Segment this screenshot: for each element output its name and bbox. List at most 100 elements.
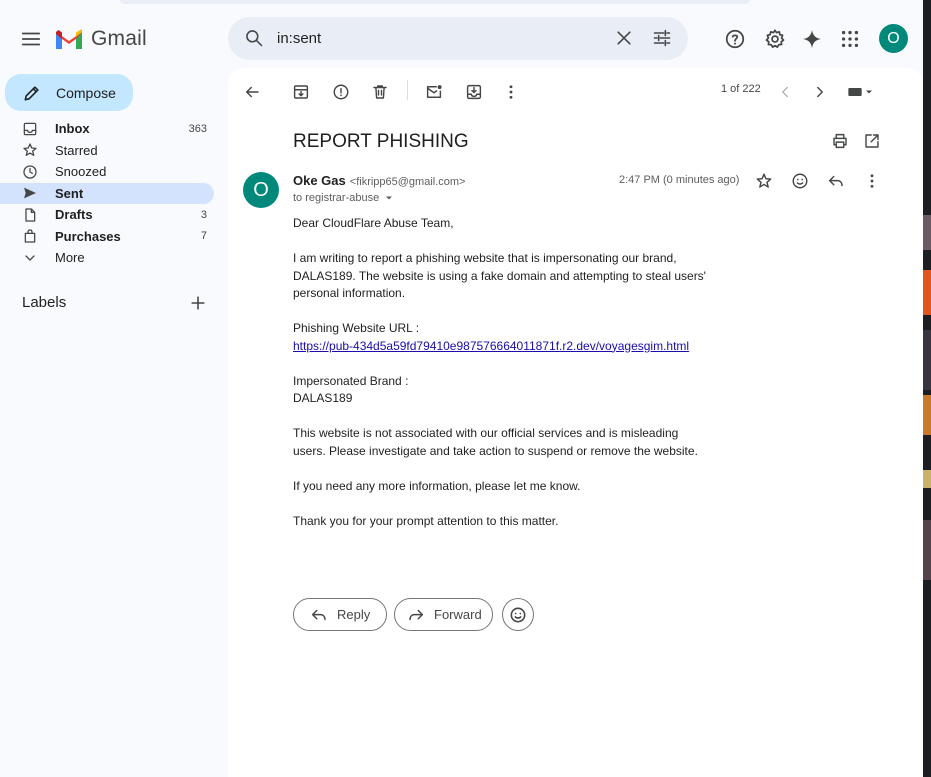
help-button[interactable] — [720, 24, 750, 54]
more-vert-icon — [502, 83, 520, 101]
recipient-line[interactable]: to registrar-abuse — [293, 192, 395, 204]
sidebar-item-more[interactable]: More — [0, 247, 214, 269]
delete-button[interactable] — [368, 80, 392, 104]
older-button[interactable] — [808, 80, 832, 104]
sender-avatar-initial: O — [253, 178, 269, 201]
emoji-icon — [508, 605, 528, 625]
gmail-logo[interactable]: Gmail — [55, 27, 147, 51]
reply-button[interactable] — [824, 169, 848, 193]
sender-name[interactable]: Oke Gas — [293, 173, 346, 188]
sidebar-item-purchases[interactable]: Purchases 7 — [0, 226, 214, 248]
more-vert-icon — [863, 172, 881, 190]
sidebar-item-sent[interactable]: Sent — [0, 182, 214, 204]
url-label: Phishing Website URL : — [293, 321, 420, 335]
search-icon[interactable] — [244, 28, 264, 48]
wallpaper-strip — [923, 470, 931, 488]
labels-heading: Labels — [22, 294, 67, 311]
email-subject: REPORT PHISHING — [293, 131, 469, 152]
sidebar-nav: Inbox 363 Starred Snoozed Sent Drafts 3 … — [0, 118, 214, 269]
sidebar-item-starred[interactable]: Starred — [0, 140, 214, 162]
plus-icon[interactable] — [188, 293, 208, 313]
message-more-button[interactable] — [860, 169, 884, 193]
apps-button[interactable] — [835, 24, 865, 54]
sidebar-item-label: Sent — [55, 185, 84, 201]
clock-icon — [22, 164, 38, 180]
app-name: Gmail — [91, 27, 147, 50]
search-bar[interactable] — [228, 17, 688, 60]
tune-icon[interactable] — [652, 28, 672, 48]
sidebar-item-count: 363 — [188, 122, 207, 135]
add-reaction-button[interactable] — [788, 169, 812, 193]
trash-icon — [371, 83, 389, 101]
url-block: Phishing Website URL : https://pub-434d5… — [293, 320, 713, 355]
open-in-new-icon — [863, 132, 881, 150]
open-new-window-button[interactable] — [860, 129, 884, 153]
wallpaper-strip — [923, 330, 931, 390]
report-icon — [332, 83, 350, 101]
compose-label: Compose — [56, 84, 116, 101]
more-options-button[interactable] — [499, 80, 523, 104]
email-paragraph: If you need any more information, please… — [293, 478, 581, 493]
dropdown-arrow-icon[interactable] — [383, 192, 395, 204]
gmail-m-icon — [56, 29, 82, 49]
move-to-button[interactable] — [462, 80, 486, 104]
archive-icon — [292, 83, 310, 101]
sidebar-item-label: Purchases — [55, 228, 121, 244]
bag-icon — [22, 228, 38, 244]
back-button[interactable] — [240, 80, 264, 104]
email-view: 1 of 222 REPORT PHISHING O Oke Gas <fikr… — [228, 68, 923, 777]
print-button[interactable] — [828, 129, 852, 153]
settings-button[interactable] — [760, 24, 790, 54]
star-button[interactable] — [752, 169, 776, 193]
report-spam-button[interactable] — [329, 80, 353, 104]
forward-pill-button[interactable]: Forward — [394, 598, 493, 631]
close-icon[interactable] — [614, 28, 634, 48]
forward-icon — [407, 606, 425, 624]
brand-block: Impersonated Brand : DALAS189 — [293, 373, 713, 408]
email-body: Dear CloudFlare Abuse Team, I am writing… — [293, 215, 713, 548]
sparkle-icon — [801, 28, 823, 50]
mark-unread-button[interactable] — [422, 80, 446, 104]
main-menu-button[interactable] — [14, 22, 48, 56]
chevron-left-icon — [776, 83, 794, 101]
pencil-icon — [22, 83, 42, 103]
apps-icon — [839, 28, 861, 50]
brand-value: DALAS189 — [293, 391, 353, 405]
pager-text: 1 of 222 — [721, 83, 761, 95]
send-icon — [22, 185, 38, 201]
newer-button[interactable] — [773, 80, 797, 104]
gear-icon — [764, 28, 786, 50]
input-tools-button[interactable] — [844, 80, 878, 104]
sidebar-item-count: 3 — [200, 208, 207, 221]
inbox-icon — [22, 121, 38, 137]
sender-avatar[interactable]: O — [243, 172, 279, 208]
desktop-edge — [923, 0, 931, 777]
compose-button[interactable]: Compose — [5, 74, 133, 111]
sidebar-item-label: Starred — [55, 142, 98, 158]
email-closing: Thank you for your prompt attention to t… — [293, 513, 559, 528]
reply-icon — [827, 172, 845, 190]
email-greeting: Dear CloudFlare Abuse Team, — [293, 216, 454, 230]
phishing-url-link[interactable]: https://pub-434d5a59fd79410e987576664011… — [293, 339, 689, 353]
wallpaper-strip — [923, 520, 931, 580]
archive-button[interactable] — [289, 80, 313, 104]
search-input[interactable] — [277, 25, 597, 52]
sidebar-item-inbox[interactable]: Inbox 363 — [0, 118, 214, 140]
account-avatar[interactable]: O — [879, 24, 908, 53]
sidebar-item-snoozed[interactable]: Snoozed — [0, 161, 214, 183]
gemini-button[interactable] — [797, 24, 827, 54]
email-paragraph: I am writing to report a phishing websit… — [293, 251, 706, 300]
sidebar-item-count: 7 — [200, 230, 207, 243]
forward-label: Forward — [434, 607, 482, 622]
wallpaper-strip — [923, 395, 931, 435]
draft-icon — [22, 207, 38, 223]
sender-email: <fikripp65@gmail.com> — [349, 176, 466, 188]
chevron-right-icon — [811, 83, 829, 101]
menu-icon — [20, 28, 42, 50]
emoji-reaction-button[interactable] — [502, 598, 534, 631]
sidebar-item-drafts[interactable]: Drafts 3 — [0, 204, 214, 226]
reply-pill-button[interactable]: Reply — [293, 598, 387, 631]
arrow-back-icon — [243, 83, 261, 101]
wallpaper-strip — [923, 215, 931, 250]
star-icon — [22, 142, 38, 158]
